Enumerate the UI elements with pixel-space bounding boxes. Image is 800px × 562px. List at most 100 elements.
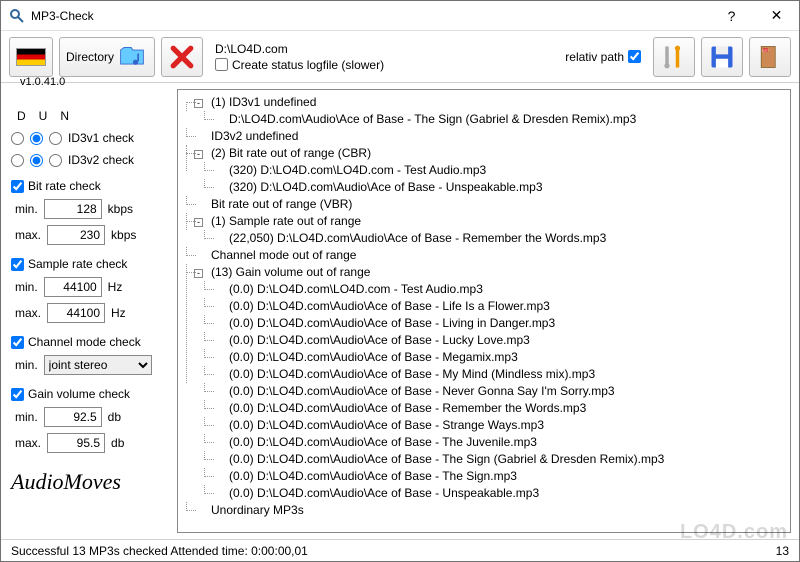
gain-max-input[interactable] [47, 433, 105, 453]
watermark: LO4D.com [680, 521, 788, 544]
tree-node[interactable]: Bit rate out of range (VBR) [180, 196, 788, 213]
gain-min-input[interactable] [44, 407, 102, 427]
gain-min-label: min. [15, 410, 38, 424]
bitrate-checkbox[interactable] [11, 180, 24, 193]
exit-button[interactable]: EXIT [749, 37, 791, 77]
tree-leaf[interactable]: (320) D:\LO4D.com\Audio\Ace of Base - Un… [198, 179, 788, 196]
tree-node[interactable]: -(1) Sample rate out of range (22,050) D… [180, 213, 788, 247]
gain-label: Gain volume check [28, 387, 130, 401]
flag-germany-icon [16, 48, 46, 66]
tree-node[interactable]: Unordinary MP3s [180, 502, 788, 519]
gain-checkbox[interactable] [11, 388, 24, 401]
delete-x-icon [168, 43, 196, 71]
bitrate-max-unit: kbps [111, 228, 136, 242]
audiomoves-logo: AudioMoves [11, 469, 169, 495]
bitrate-min-input[interactable] [44, 199, 102, 219]
tree-node[interactable]: -(1) ID3v1 undefined D:\LO4D.com\Audio\A… [180, 94, 788, 128]
toolbar: Directory D:\LO4D.com Create status logf… [1, 31, 799, 83]
id3v2-d[interactable] [11, 154, 24, 167]
gain-check-row[interactable]: Gain volume check [11, 387, 169, 401]
id3v1-d[interactable] [11, 132, 24, 145]
tree-leaf[interactable]: D:\LO4D.com\Audio\Ace of Base - The Sign… [198, 111, 788, 128]
gain-min-unit: db [108, 410, 121, 424]
radio-header: D U N [17, 109, 169, 123]
id3v1-n[interactable] [49, 132, 62, 145]
exit-door-icon: EXIT [756, 43, 784, 71]
channel-checkbox[interactable] [11, 336, 24, 349]
collapse-icon[interactable]: - [194, 150, 203, 159]
settings-button[interactable] [653, 37, 695, 77]
folder-music-icon [118, 43, 146, 71]
bitrate-max-input[interactable] [47, 225, 105, 245]
id3v1-u[interactable] [30, 132, 43, 145]
samplerate-checkbox[interactable] [11, 258, 24, 271]
status-count: 13 [776, 544, 789, 558]
results-tree[interactable]: -(1) ID3v1 undefined D:\LO4D.com\Audio\A… [177, 89, 791, 533]
id3v2-n[interactable] [49, 154, 62, 167]
logfile-checkbox-row[interactable]: Create status logfile (slower) [215, 58, 559, 72]
tree-leaf[interactable]: (0.0) D:\LO4D.com\Audio\Ace of Base - Th… [198, 451, 788, 468]
samplerate-max-input[interactable] [47, 303, 105, 323]
tree-leaf[interactable]: (0.0) D:\LO4D.com\Audio\Ace of Base - Th… [198, 434, 788, 451]
logfile-checkbox[interactable] [215, 58, 228, 71]
tree-leaf[interactable]: (320) D:\LO4D.com\LO4D.com - Test Audio.… [198, 162, 788, 179]
samplerate-check-row[interactable]: Sample rate check [11, 257, 169, 271]
samplerate-min-input[interactable] [44, 277, 102, 297]
tree-node[interactable]: Channel mode out of range [180, 247, 788, 264]
bitrate-min-label: min. [15, 202, 38, 216]
titlebar: MP3-Check ? ✕ [1, 1, 799, 31]
id3v2-u[interactable] [30, 154, 43, 167]
bitrate-min-unit: kbps [108, 202, 133, 216]
version-label: v1.0.41.0 [20, 76, 65, 88]
collapse-icon[interactable]: - [194, 218, 203, 227]
collapse-icon[interactable]: - [194, 269, 203, 278]
id3v1-label: ID3v1 check [68, 131, 134, 145]
tree-leaf[interactable]: (0.0) D:\LO4D.com\Audio\Ace of Base - Th… [198, 468, 788, 485]
delete-button[interactable] [161, 37, 203, 77]
save-button[interactable] [701, 37, 743, 77]
collapse-icon[interactable]: - [194, 99, 203, 108]
tree-node[interactable]: -(13) Gain volume out of range (0.0) D:\… [180, 264, 788, 502]
hdr-d: D [17, 109, 26, 123]
sidebar: D U N ID3v1 check ID3v2 check [1, 83, 177, 539]
channel-check-row[interactable]: Channel mode check [11, 335, 169, 349]
tree-leaf[interactable]: (22,050) D:\LO4D.com\Audio\Ace of Base -… [198, 230, 788, 247]
tree-node[interactable]: -(2) Bit rate out of range (CBR) (320) D… [180, 145, 788, 196]
samplerate-max-label: max. [15, 306, 41, 320]
tree-leaf[interactable]: (0.0) D:\LO4D.com\Audio\Ace of Base - Me… [198, 349, 788, 366]
samplerate-min-unit: Hz [108, 280, 123, 294]
hdr-n: N [60, 109, 69, 123]
tree-leaf[interactable]: (0.0) D:\LO4D.com\LO4D.com - Test Audio.… [198, 281, 788, 298]
app-icon [9, 8, 25, 24]
bitrate-max-label: max. [15, 228, 41, 242]
language-button[interactable] [9, 37, 53, 77]
tree-leaf[interactable]: (0.0) D:\LO4D.com\Audio\Ace of Base - My… [198, 366, 788, 383]
directory-button[interactable]: Directory [59, 37, 155, 77]
bitrate-check-row[interactable]: Bit rate check [11, 179, 169, 193]
tree-leaf[interactable]: (0.0) D:\LO4D.com\Audio\Ace of Base - Ne… [198, 383, 788, 400]
directory-label: Directory [66, 50, 114, 64]
channel-select[interactable]: joint stereo [44, 355, 152, 375]
close-button[interactable]: ✕ [754, 1, 799, 30]
tree-leaf[interactable]: (0.0) D:\LO4D.com\Audio\Ace of Base - Un… [198, 485, 788, 502]
relpath-checkbox[interactable] [628, 50, 641, 63]
gain-max-label: max. [15, 436, 41, 450]
logfile-label: Create status logfile (slower) [232, 58, 384, 72]
tree-leaf[interactable]: (0.0) D:\LO4D.com\Audio\Ace of Base - St… [198, 417, 788, 434]
svg-text:EXIT: EXIT [762, 48, 769, 52]
tree-leaf[interactable]: (0.0) D:\LO4D.com\Audio\Ace of Base - Li… [198, 298, 788, 315]
current-path: D:\LO4D.com [215, 42, 559, 56]
window-title: MP3-Check [31, 9, 709, 23]
channel-label: Channel mode check [28, 335, 141, 349]
help-button[interactable]: ? [709, 1, 754, 30]
tools-icon [660, 43, 688, 71]
tree-node[interactable]: ID3v2 undefined [180, 128, 788, 145]
floppy-icon [708, 43, 736, 71]
samplerate-min-label: min. [15, 280, 38, 294]
tree-leaf[interactable]: (0.0) D:\LO4D.com\Audio\Ace of Base - Li… [198, 315, 788, 332]
samplerate-max-unit: Hz [111, 306, 126, 320]
relpath-checkbox-row[interactable]: relativ path [565, 50, 641, 64]
tree-leaf[interactable]: (0.0) D:\LO4D.com\Audio\Ace of Base - Re… [198, 400, 788, 417]
tree-leaf[interactable]: (0.0) D:\LO4D.com\Audio\Ace of Base - Lu… [198, 332, 788, 349]
hdr-u: U [39, 109, 48, 123]
